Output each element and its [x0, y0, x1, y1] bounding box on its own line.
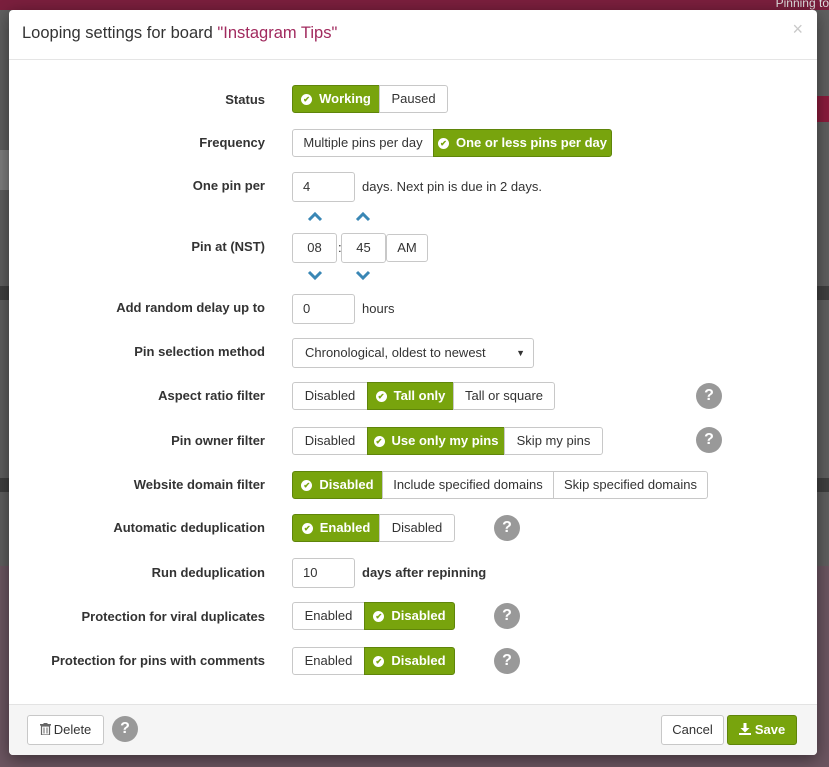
- aspect-disabled-button[interactable]: Disabled: [292, 382, 368, 410]
- aspect-tall-or-square-label: Tall or square: [464, 388, 544, 403]
- dedup-enabled-label: Enabled: [319, 520, 371, 535]
- aspect-ratio-help-icon[interactable]: ?: [696, 383, 722, 409]
- am-pm-label: AM: [397, 240, 417, 255]
- viral-disabled-label: Disabled: [391, 608, 446, 623]
- owner-disabled-label: Disabled: [304, 433, 356, 448]
- frequency-one-or-less-label: One or less pins per day: [456, 135, 607, 150]
- pin-owner-help-icon[interactable]: ?: [696, 427, 722, 453]
- check-icon: ✔: [438, 138, 449, 149]
- status-working-label: Working: [319, 91, 371, 106]
- comments-protection-help-icon[interactable]: ?: [494, 648, 520, 674]
- viral-protection-label: Protection for viral duplicates: [81, 609, 266, 624]
- dedup-disabled-button[interactable]: Disabled: [379, 514, 455, 542]
- auto-dedup-label: Automatic deduplication: [113, 520, 265, 535]
- days-interval-input[interactable]: 4: [292, 172, 355, 202]
- hour-decrement-icon[interactable]: [306, 268, 324, 282]
- frequency-label: Frequency: [199, 135, 265, 150]
- chevron-down-icon: ▼: [516, 348, 525, 358]
- download-icon: [738, 723, 751, 735]
- run-dedup-label: Run deduplication: [151, 565, 265, 580]
- domain-include-button[interactable]: Include specified domains: [382, 471, 554, 499]
- aspect-ratio-label: Aspect ratio filter: [158, 388, 265, 403]
- aspect-tall-only-label: Tall only: [393, 388, 446, 403]
- owner-use-only-my-pins-label: Use only my pins: [391, 433, 499, 448]
- minute-input[interactable]: 45: [341, 233, 386, 263]
- domain-skip-label: Skip specified domains: [564, 477, 697, 492]
- save-label: Save: [754, 722, 786, 737]
- viral-enabled-label: Enabled: [304, 608, 353, 623]
- delete-label: Delete: [53, 722, 92, 737]
- viral-protection-help-icon[interactable]: ?: [494, 603, 520, 629]
- pin-selection-value: Chronological, oldest to newest: [305, 345, 486, 360]
- am-pm-toggle-button[interactable]: AM: [386, 234, 428, 262]
- delete-help-icon[interactable]: ?: [112, 716, 138, 742]
- viral-disabled-button[interactable]: ✔ Disabled: [364, 602, 455, 630]
- website-domain-label: Website domain filter: [133, 477, 265, 492]
- cancel-button[interactable]: Cancel: [661, 715, 724, 745]
- owner-use-only-my-pins-button[interactable]: ✔ Use only my pins: [367, 427, 505, 455]
- one-pin-per-label: One pin per: [192, 178, 265, 193]
- modal-header: Looping settings for board "Instagram Ti…: [9, 10, 817, 60]
- pin-owner-label: Pin owner filter: [171, 433, 265, 448]
- background-red-button: [817, 96, 829, 122]
- check-icon: ✔: [373, 656, 385, 667]
- aspect-tall-or-square-button[interactable]: Tall or square: [453, 382, 555, 410]
- viral-enabled-button[interactable]: Enabled: [292, 602, 365, 630]
- aspect-disabled-label: Disabled: [304, 388, 356, 403]
- check-icon: ✔: [373, 436, 385, 447]
- check-icon: ✔: [375, 391, 387, 402]
- next-pin-due-text: days. Next pin is due in 2 days.: [362, 179, 542, 194]
- close-icon[interactable]: ×: [792, 19, 803, 40]
- domain-skip-button[interactable]: Skip specified domains: [553, 471, 708, 499]
- pin-selection-select[interactable]: Chronological, oldest to newest ▼: [292, 338, 534, 368]
- frequency-multiple-label: Multiple pins per day: [303, 135, 423, 150]
- check-icon: ✔: [301, 523, 313, 534]
- background-top-text: Pinning to: [775, 0, 829, 10]
- pin-at-label: Pin at (NST): [191, 239, 265, 254]
- status-working-button[interactable]: ✔ Working: [292, 85, 380, 113]
- pin-selection-label: Pin selection method: [134, 344, 265, 359]
- board-name: "Instagram Tips": [217, 24, 338, 42]
- check-icon: ✔: [301, 480, 313, 491]
- comments-enabled-label: Enabled: [304, 653, 353, 668]
- owner-skip-my-pins-button[interactable]: Skip my pins: [504, 427, 603, 455]
- minute-increment-icon[interactable]: [354, 210, 372, 224]
- owner-skip-my-pins-label: Skip my pins: [516, 433, 591, 448]
- modal-footer: Delete ? Cancel Save: [9, 704, 817, 755]
- comments-disabled-button[interactable]: ✔ Disabled: [364, 647, 455, 675]
- domain-disabled-button[interactable]: ✔ Disabled: [292, 471, 383, 499]
- aspect-tall-only-button[interactable]: ✔ Tall only: [367, 382, 454, 410]
- modal-title-prefix: Looping settings for board: [22, 24, 218, 42]
- dedup-disabled-label: Disabled: [391, 520, 443, 535]
- domain-include-label: Include specified domains: [393, 477, 543, 492]
- dedup-enabled-button[interactable]: ✔ Enabled: [292, 514, 380, 542]
- minute-decrement-icon[interactable]: [354, 268, 372, 282]
- frequency-one-or-less-button[interactable]: ✔ One or less pins per day: [433, 129, 612, 157]
- hour-increment-icon[interactable]: [306, 210, 324, 224]
- comments-disabled-label: Disabled: [391, 653, 446, 668]
- check-icon: ✔: [301, 94, 313, 105]
- random-delay-input[interactable]: 0: [292, 294, 355, 324]
- comments-enabled-button[interactable]: Enabled: [292, 647, 365, 675]
- frequency-multiple-button[interactable]: Multiple pins per day: [292, 129, 434, 157]
- owner-disabled-button[interactable]: Disabled: [292, 427, 368, 455]
- trash-icon: [39, 723, 51, 736]
- hour-input[interactable]: 08: [292, 233, 337, 263]
- random-delay-unit: hours: [362, 301, 395, 316]
- comments-protection-label: Protection for pins with comments: [51, 653, 265, 668]
- run-dedup-days-input[interactable]: 10: [292, 558, 355, 588]
- background-topbar: [0, 0, 829, 10]
- status-paused-button[interactable]: Paused: [379, 85, 448, 113]
- auto-dedup-help-icon[interactable]: ?: [494, 515, 520, 541]
- run-dedup-unit: days after repinning: [362, 565, 487, 580]
- status-label: Status: [225, 92, 265, 107]
- save-button[interactable]: Save: [727, 715, 797, 745]
- modal-title: Looping settings for board "Instagram Ti…: [22, 24, 337, 43]
- random-delay-label: Add random delay up to: [116, 300, 265, 315]
- delete-button[interactable]: Delete: [27, 715, 104, 745]
- domain-disabled-label: Disabled: [319, 477, 374, 492]
- check-icon: ✔: [373, 611, 385, 622]
- looping-settings-modal: Looping settings for board "Instagram Ti…: [9, 10, 817, 755]
- status-paused-label: Paused: [391, 91, 436, 106]
